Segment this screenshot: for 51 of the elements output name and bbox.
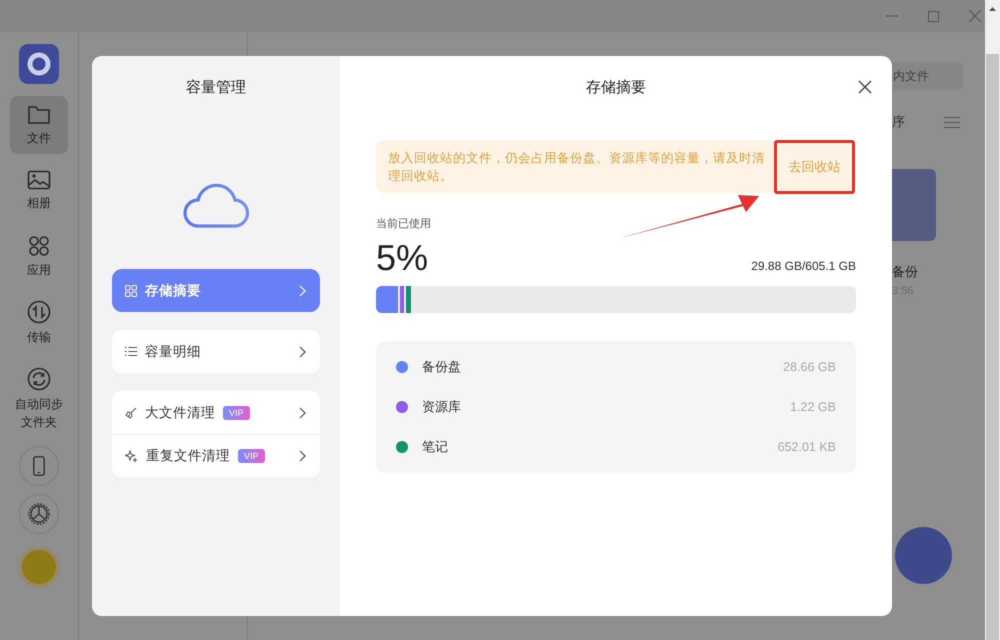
chevron-right-icon xyxy=(299,284,306,296)
menu-item[interactable]: 重复文件清理 VIP xyxy=(112,434,320,477)
search-field[interactable]: 内文件 xyxy=(892,62,963,90)
scrollbar-thumb[interactable] xyxy=(986,54,999,640)
menu-icon[interactable] xyxy=(944,116,960,128)
folder-thumbnail[interactable] xyxy=(892,169,936,241)
usage-percent: 5% xyxy=(376,238,428,278)
chevron-right-icon xyxy=(299,450,306,462)
grid-icon xyxy=(125,284,137,296)
nav-item[interactable]: 传输 xyxy=(10,294,68,353)
maximize-icon[interactable] xyxy=(928,10,939,22)
sparkle-icon xyxy=(125,450,138,462)
category-size: 652.01 KB xyxy=(778,440,836,454)
phone-icon xyxy=(33,456,45,476)
category-name: 笔记 xyxy=(422,438,449,456)
chevron-right-icon xyxy=(299,406,306,418)
nav-item[interactable]: 自动同步文件夹 xyxy=(10,360,68,438)
vip-badge: VIP xyxy=(223,406,250,420)
scroll-up-icon[interactable] xyxy=(989,7,996,11)
avatar[interactable] xyxy=(22,550,56,584)
apps-icon xyxy=(28,234,50,257)
vip-badge: VIP xyxy=(238,449,265,463)
gear-icon xyxy=(27,502,51,526)
phone-button[interactable] xyxy=(19,446,59,486)
app-logo xyxy=(19,44,59,84)
category-size: 1.22 GB xyxy=(790,400,836,414)
category-name: 资源库 xyxy=(422,398,462,416)
category-size: 28.66 GB xyxy=(783,360,836,374)
settings-button[interactable] xyxy=(19,494,59,534)
broom-icon xyxy=(125,406,137,418)
dialog-title: 存储摘要 xyxy=(586,78,646,97)
transfer-icon xyxy=(27,300,51,324)
folder-name: 备份 xyxy=(892,263,919,281)
menu-item[interactable]: 大文件清理 VIP xyxy=(112,391,320,434)
usage-label: 当前已使用 xyxy=(376,217,432,231)
usage-amount: 29.88 GB/605.1 GB xyxy=(751,259,856,273)
nav-item[interactable]: 文件 xyxy=(10,96,68,154)
menu-item[interactable]: 存储摘要 xyxy=(112,269,320,312)
nav-item[interactable]: 应用 xyxy=(10,228,68,286)
panel-title: 容量管理 xyxy=(186,78,246,97)
category-name: 备份盘 xyxy=(422,358,462,376)
list-icon xyxy=(125,346,137,357)
close-icon[interactable] xyxy=(969,10,981,22)
minimize-icon[interactable] xyxy=(886,15,898,17)
notice-text: 放入回收站的文件，仍会占用备份盘、资源库等的容量，请及时清理回收站。 xyxy=(387,150,766,184)
sync-icon xyxy=(27,366,51,391)
menu-item[interactable]: 容量明细 xyxy=(112,330,320,373)
chevron-right-icon xyxy=(299,346,306,358)
image-icon xyxy=(27,170,51,190)
nav-item[interactable]: 相册 xyxy=(10,162,68,220)
sort-label[interactable]: 序 xyxy=(892,113,905,131)
